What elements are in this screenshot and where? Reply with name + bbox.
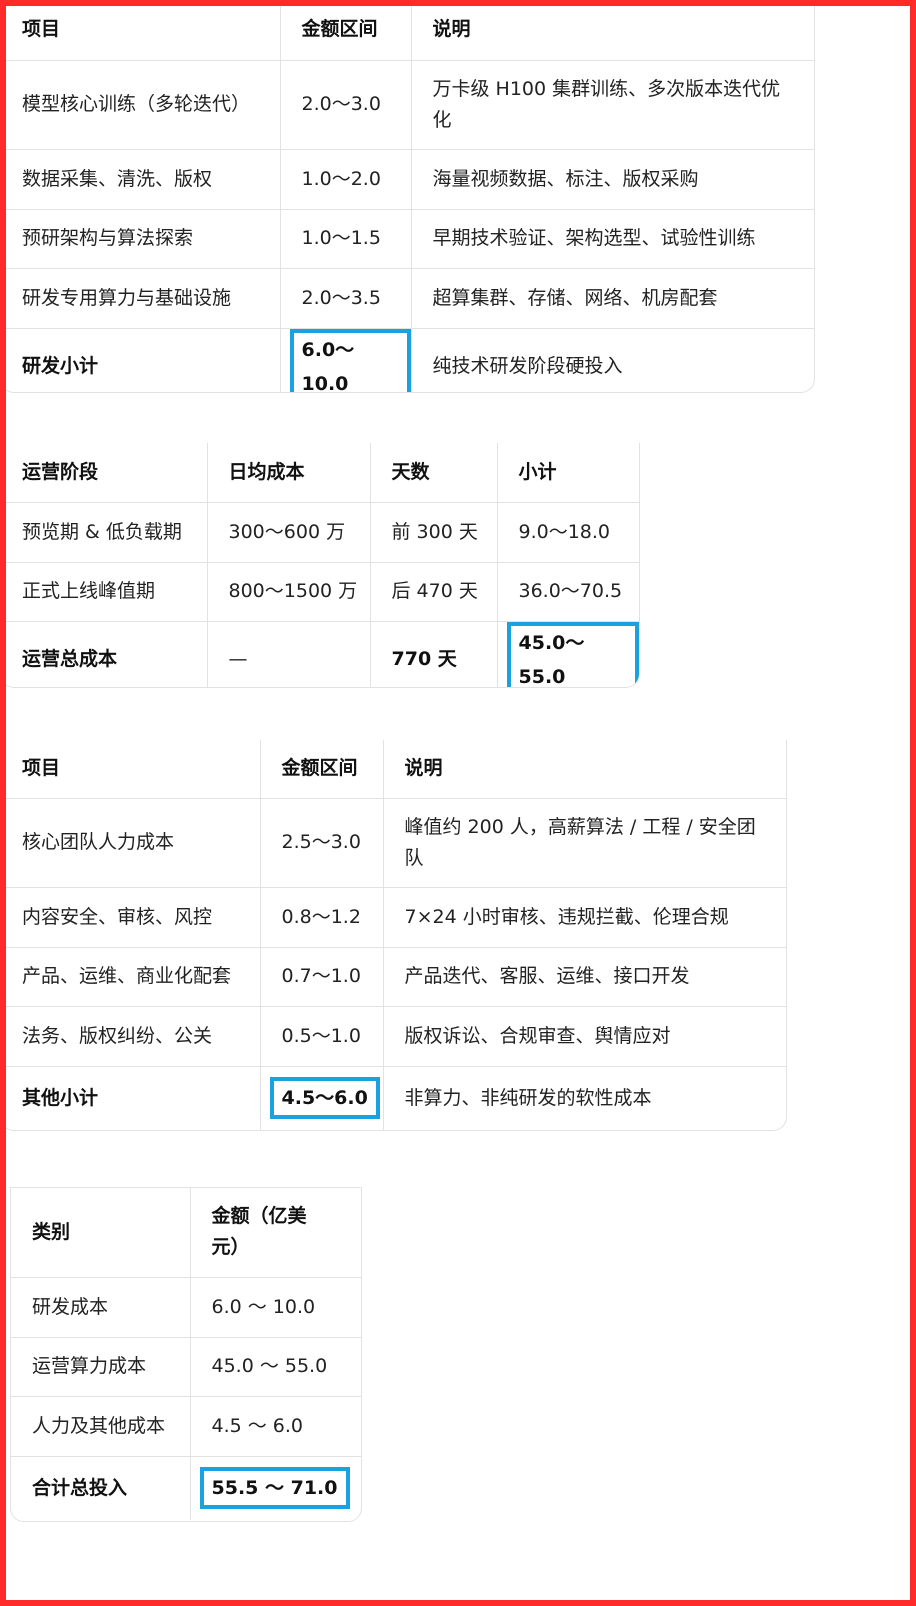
cell-total-note: 非算力、非纯研发的软性成本	[404, 1086, 652, 1109]
table-row: 运营算力成本 45.0 ～ 55.0	[11, 1337, 361, 1397]
highlighted-total: 55.5 ～ 71.0	[199, 1467, 350, 1510]
cell-amount: 1.0～2.0	[280, 149, 412, 210]
rd-cost-table: 项目 金额区间 说明 模型核心训练（多轮迭代） 2.0～3.0 万卡级 H100…	[0, 0, 815, 393]
table-header-row: 运营阶段 日均成本 天数 小计	[1, 443, 639, 503]
col-header-days: 天数	[370, 443, 498, 503]
cell-item: 法务、版权纠纷、公关	[1, 1006, 261, 1067]
table-header-row: 类别 金额（亿美元）	[11, 1188, 361, 1278]
table-header-row: 项目 金额区间 说明	[1, 0, 814, 61]
cell-amount: 0.8～1.2	[260, 887, 384, 948]
cell-amount: 45.0 ～ 55.0	[190, 1337, 361, 1397]
table-row: 模型核心训练（多轮迭代） 2.0～3.0 万卡级 H100 集群训练、多次版本迭…	[1, 60, 814, 150]
cell-amount: 4.5 ～ 6.0	[190, 1396, 361, 1457]
cell-note: 峰值约 200 人，高薪算法 / 工程 / 安全团队	[383, 798, 786, 888]
table-row: 数据采集、清洗、版权 1.0～2.0 海量视频数据、标注、版权采购	[1, 149, 814, 210]
highlighted-total: 4.5～6.0	[269, 1077, 380, 1120]
cell-item: 核心团队人力成本	[1, 798, 261, 888]
col-header-daily-cost: 日均成本	[207, 443, 371, 503]
table-total-row: 运营总成本 — 770 天 45.0～55.0	[1, 621, 639, 687]
cell-note: 早期技术验证、架构选型、试验性训练	[411, 209, 814, 269]
cell-note: 万卡级 H100 集群训练、多次版本迭代优化	[411, 60, 814, 150]
highlighted-total: 45.0～55.0	[506, 621, 639, 687]
cell-total-label: 合计总投入	[11, 1456, 191, 1520]
cell-category: 人力及其他成本	[11, 1396, 191, 1457]
cell-amount: 0.5～1.0	[260, 1006, 384, 1067]
cell-note: 产品迭代、客服、运维、接口开发	[383, 947, 786, 1007]
cell-note: 超算集群、存储、网络、机房配套	[411, 268, 814, 329]
col-header-subtotal: 小计	[497, 443, 639, 503]
cell-amount: 2.5～3.0	[260, 798, 384, 888]
cell-note: 海量视频数据、标注、版权采购	[411, 149, 814, 210]
col-header-note: 说明	[411, 0, 814, 61]
cell-subtotal: 9.0～18.0	[497, 502, 639, 563]
table-row: 人力及其他成本 4.5 ～ 6.0	[11, 1396, 361, 1457]
cell-amount: 2.0～3.0	[280, 60, 412, 150]
cell-daily-cost: 800～1500 万	[207, 562, 371, 622]
col-header-stage: 运营阶段	[1, 443, 208, 503]
cell-amount: 6.0 ～ 10.0	[190, 1277, 361, 1338]
table-total-row: 合计总投入 55.5 ～ 71.0	[11, 1456, 361, 1520]
cell-note: 版权诉讼、合规审查、舆情应对	[383, 1006, 786, 1067]
cell-item: 内容安全、审核、风控	[1, 887, 261, 948]
table-row: 法务、版权纠纷、公关 0.5～1.0 版权诉讼、合规审查、舆情应对	[1, 1006, 786, 1067]
col-header-item: 项目	[1, 0, 281, 61]
cell-item: 数据采集、清洗、版权	[1, 149, 281, 210]
cell-total-amount: 55.5 ～ 71.0	[190, 1456, 361, 1520]
other-cost-table: 项目 金额区间 说明 核心团队人力成本 2.5～3.0 峰值约 200 人，高薪…	[0, 740, 787, 1131]
cell-amount: 2.0～3.5	[280, 268, 412, 329]
summary-table: 类别 金额（亿美元） 研发成本 6.0 ～ 10.0 运营算力成本 45.0 ～…	[10, 1187, 362, 1522]
cell-daily-cost: 300～600 万	[207, 502, 371, 563]
highlighted-total: 6.0～10.0	[289, 328, 411, 392]
col-header-amount: 金额区间	[280, 0, 412, 61]
table-row: 研发专用算力与基础设施 2.0～3.5 超算集群、存储、网络、机房配套	[1, 268, 814, 329]
cell-total-subtotal: 45.0～55.0	[497, 621, 639, 687]
table-row: 产品、运维、商业化配套 0.7～1.0 产品迭代、客服、运维、接口开发	[1, 947, 786, 1007]
table-row: 内容安全、审核、风控 0.8～1.2 7×24 小时审核、违规拦截、伦理合规	[1, 887, 786, 948]
col-header-category: 类别	[11, 1188, 191, 1278]
col-header-amount-usd: 金额（亿美元）	[190, 1188, 361, 1278]
cell-days: 后 470 天	[370, 562, 498, 622]
cell-total-daily: —	[207, 621, 371, 687]
col-header-amount: 金额区间	[260, 740, 384, 799]
cell-total-days: 770 天	[370, 621, 498, 687]
operating-cost-table: 运营阶段 日均成本 天数 小计 预览期 & 低负载期 300～600 万 前 3…	[0, 443, 640, 688]
cell-total-label: 研发小计	[1, 328, 281, 392]
cell-note: 7×24 小时审核、违规拦截、伦理合规	[383, 887, 786, 948]
table-row: 正式上线峰值期 800～1500 万 后 470 天 36.0～70.5	[1, 562, 639, 622]
table-header-row: 项目 金额区间 说明	[1, 740, 786, 799]
cell-subtotal: 36.0～70.5	[497, 562, 639, 622]
cell-total-amount: 4.5～6.0	[260, 1066, 384, 1130]
cell-item: 研发专用算力与基础设施	[1, 268, 281, 329]
cell-total-note: 纯技术研发阶段硬投入	[432, 355, 623, 377]
cell-total-amount: 6.0～10.0	[280, 328, 412, 392]
cell-category: 研发成本	[11, 1277, 191, 1338]
cell-total-label: 运营总成本	[1, 621, 208, 687]
table-row: 研发成本 6.0 ～ 10.0	[11, 1277, 361, 1338]
cell-amount: 0.7～1.0	[260, 947, 384, 1007]
table-total-row: 其他小计 4.5～6.0 非算力、非纯研发的软性成本	[1, 1066, 786, 1130]
cell-total-label: 其他小计	[1, 1066, 261, 1130]
cell-category: 运营算力成本	[11, 1337, 191, 1397]
table-row: 预研架构与算法探索 1.0～1.5 早期技术验证、架构选型、试验性训练	[1, 209, 814, 269]
cell-item: 产品、运维、商业化配套	[1, 947, 261, 1007]
cell-stage: 预览期 & 低负载期	[1, 502, 208, 563]
cell-amount: 1.0～1.5	[280, 209, 412, 269]
cell-stage: 正式上线峰值期	[1, 562, 208, 622]
table-total-row: 研发小计 6.0～10.0 纯技术研发阶段硬投入	[1, 328, 814, 392]
col-header-item: 项目	[1, 740, 261, 799]
col-header-note: 说明	[383, 740, 786, 799]
table-row: 核心团队人力成本 2.5～3.0 峰值约 200 人，高薪算法 / 工程 / 安…	[1, 798, 786, 888]
cell-item: 预研架构与算法探索	[1, 209, 281, 269]
cell-days: 前 300 天	[370, 502, 498, 563]
cell-item: 模型核心训练（多轮迭代）	[1, 60, 281, 150]
table-row: 预览期 & 低负载期 300～600 万 前 300 天 9.0～18.0	[1, 502, 639, 563]
